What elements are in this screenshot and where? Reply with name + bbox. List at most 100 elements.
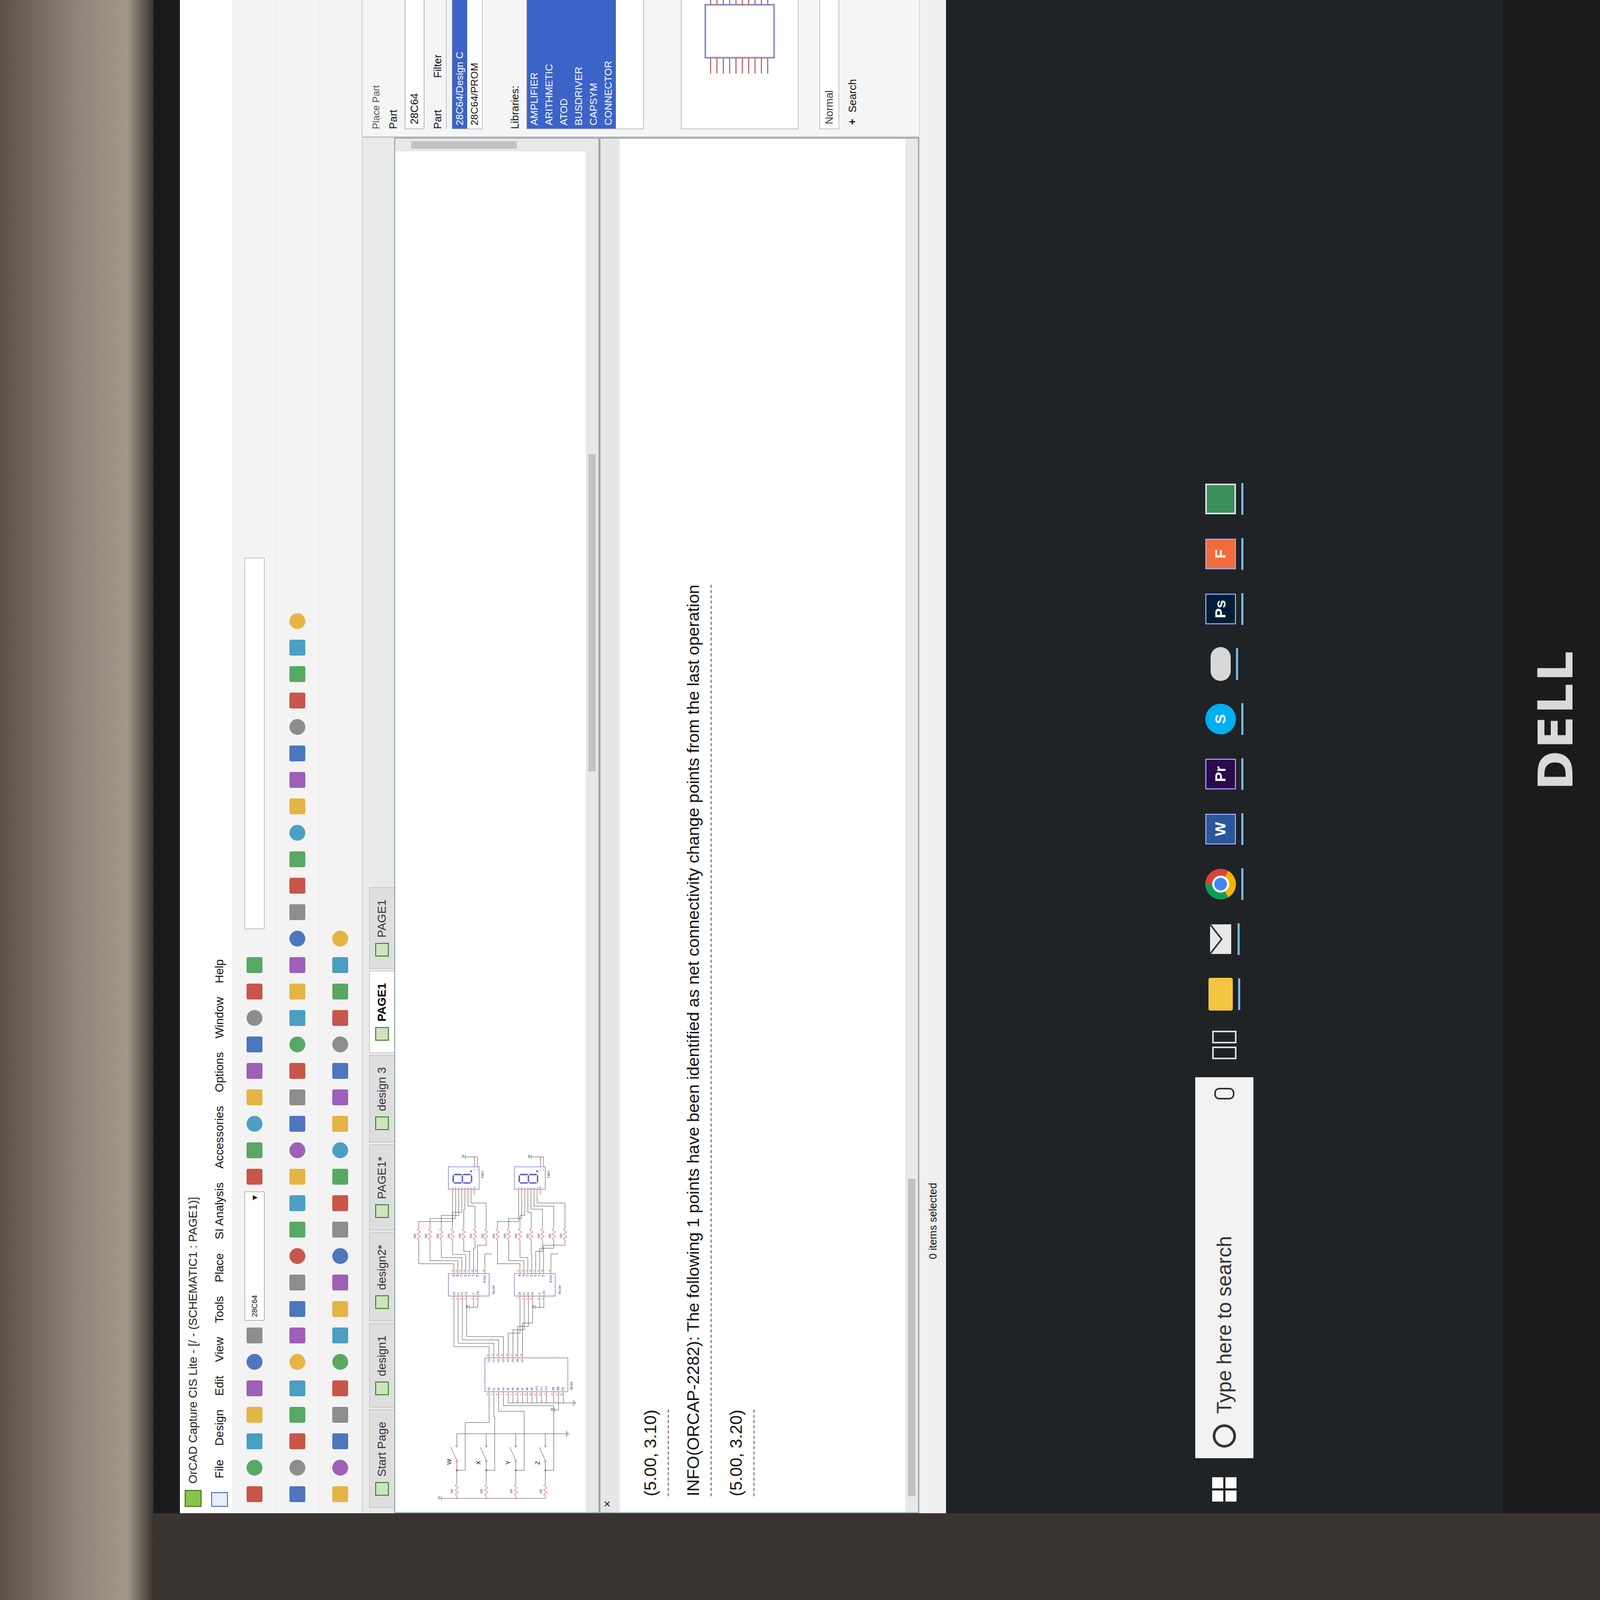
switch-circuit[interactable]: 330Z (533, 1433, 548, 1499)
resistor[interactable] (439, 1226, 443, 1243)
switch-circuit[interactable]: 330W (445, 1433, 459, 1499)
resistor[interactable] (455, 1483, 459, 1499)
decoder-74ls47[interactable]: 7D01D12D26D33LT5RBI5V13A12B11C10D9E15F14… (514, 1253, 562, 1310)
resistor[interactable] (484, 1483, 488, 1499)
library-item[interactable]: ARITHMETIC (541, 0, 557, 129)
toolbar-button[interactable] (285, 1165, 309, 1189)
library-item[interactable]: BUSDRIVER (571, 0, 587, 129)
menu-item[interactable]: SI Analysis (212, 1182, 227, 1240)
toolbar-button[interactable] (285, 1456, 309, 1480)
resistor[interactable] (416, 1226, 421, 1243)
switch-circuit[interactable]: 330X (474, 1433, 488, 1499)
toolbar-button[interactable] (242, 1165, 267, 1189)
toolbar-button[interactable] (242, 979, 267, 1004)
toolbar-button[interactable] (285, 635, 309, 660)
resistor[interactable] (428, 1226, 432, 1243)
toolbar-button[interactable] (242, 1429, 267, 1453)
toolbar-button[interactable] (285, 821, 309, 845)
tab[interactable]: PAGE1* (369, 1144, 395, 1231)
toolbar-button[interactable] (285, 874, 309, 898)
mode-select[interactable]: Normal (819, 0, 840, 130)
toolbar-button[interactable] (242, 953, 267, 977)
menu-item[interactable]: Design (212, 1409, 227, 1446)
search-button[interactable]: + Search (844, 0, 861, 130)
toolbar-button[interactable] (285, 1323, 309, 1348)
toolbar-button[interactable] (285, 1006, 309, 1030)
toolbar-button[interactable] (328, 926, 352, 951)
toolbar-button[interactable] (328, 1138, 352, 1162)
resistor[interactable] (518, 1226, 522, 1243)
toolbar-button[interactable] (328, 1270, 352, 1295)
toolbar-button[interactable] (285, 953, 309, 977)
tab[interactable]: PAGE1 (369, 887, 395, 969)
taskbar-app[interactable]: Pr (1205, 755, 1244, 793)
toolbar-button[interactable] (328, 1006, 352, 1030)
tab[interactable]: design 3 (369, 1055, 395, 1143)
resistor[interactable] (529, 1226, 533, 1243)
toolbar-button[interactable] (328, 953, 352, 977)
taskbar-app[interactable]: Ps (1205, 590, 1244, 628)
part-item[interactable]: 28C64/Design C (452, 0, 468, 129)
toolbar-button[interactable] (285, 662, 309, 686)
toolbar-button[interactable] (328, 1323, 352, 1348)
menu-item[interactable]: Place (212, 1252, 227, 1283)
menu-item[interactable]: Tools (212, 1295, 227, 1323)
resistor[interactable] (473, 1226, 477, 1243)
resistor[interactable] (551, 1226, 556, 1243)
switch-blade[interactable] (450, 1447, 457, 1461)
taskbar-app[interactable] (1205, 480, 1244, 518)
seven-segment-display[interactable]: abcdefgdpcccc5VFND1 (448, 1154, 484, 1196)
toolbar-button[interactable] (285, 1482, 309, 1506)
toolbar-button[interactable] (242, 1006, 267, 1030)
toolbar-button[interactable] (285, 1138, 309, 1162)
tab[interactable]: design1 (369, 1323, 395, 1408)
menu-item[interactable]: Window (212, 996, 227, 1039)
toolbar-button[interactable] (328, 1456, 352, 1480)
eeprom-28c64[interactable]: 10A09A18A27A36A45A54A63A725A824A921A1023… (484, 1352, 574, 1398)
library-item[interactable]: AMPLIFIER (526, 0, 542, 129)
toolbar-button[interactable] (328, 1482, 352, 1506)
toolbar-button[interactable] (242, 1059, 267, 1083)
taskbar-search[interactable]: Type here to search (1195, 1077, 1254, 1459)
tab[interactable]: Start Page (369, 1409, 395, 1508)
toolbar-button[interactable] (242, 1403, 267, 1427)
toolbar-button[interactable] (328, 1297, 352, 1321)
taskbar-app[interactable] (1208, 975, 1241, 1013)
toolbar-button[interactable] (242, 1112, 267, 1136)
resistor[interactable] (563, 1226, 567, 1243)
switch-blade[interactable] (539, 1447, 545, 1461)
toolbar-button[interactable] (328, 1032, 352, 1057)
windows-start-icon[interactable] (1211, 1476, 1238, 1503)
switch-blade[interactable] (480, 1447, 487, 1461)
toolbar-button[interactable] (285, 1217, 309, 1242)
toolbar-button[interactable] (285, 900, 309, 924)
taskbar-app[interactable] (1205, 865, 1244, 903)
part-input[interactable]: 28C64 (404, 0, 425, 130)
library-item[interactable]: ATOD (556, 0, 572, 129)
resistor[interactable] (484, 1226, 488, 1243)
toolbar-button[interactable] (285, 1191, 309, 1215)
toolbar-button[interactable] (285, 1376, 309, 1400)
part-item[interactable]: 28C64/PROM (467, 0, 483, 129)
toolbar-button[interactable] (328, 979, 352, 1004)
toolbar-button[interactable] (285, 715, 309, 739)
resistor[interactable] (506, 1226, 511, 1243)
toolbar-button[interactable] (285, 1085, 309, 1109)
resistor[interactable] (540, 1226, 544, 1243)
toolbar-button[interactable] (242, 1376, 267, 1400)
toolbar-button[interactable] (328, 1165, 352, 1189)
toolbar-button[interactable] (285, 1403, 309, 1427)
resistor[interactable] (461, 1226, 466, 1243)
tab[interactable]: PAGE1 (369, 970, 395, 1053)
taskbar-app[interactable] (1208, 920, 1240, 958)
toolbar-button[interactable] (328, 1244, 352, 1268)
menu-item[interactable]: File (212, 1459, 227, 1479)
resistor[interactable] (450, 1226, 454, 1243)
tab[interactable]: design2* (369, 1232, 395, 1322)
toolbar-button[interactable] (328, 1376, 352, 1400)
schematic[interactable]: 5V330W330X330Y330Z10A09A18A27A36A45A54A6… (400, 156, 581, 1507)
search-field[interactable] (244, 557, 265, 930)
decoder-74ls47[interactable]: 7D01D12D26D33LT5RBI5V13A12B11C10D9E15F14… (448, 1253, 496, 1310)
library-item[interactable]: CAPSYM (586, 0, 602, 129)
toolbar-button[interactable] (285, 847, 309, 871)
